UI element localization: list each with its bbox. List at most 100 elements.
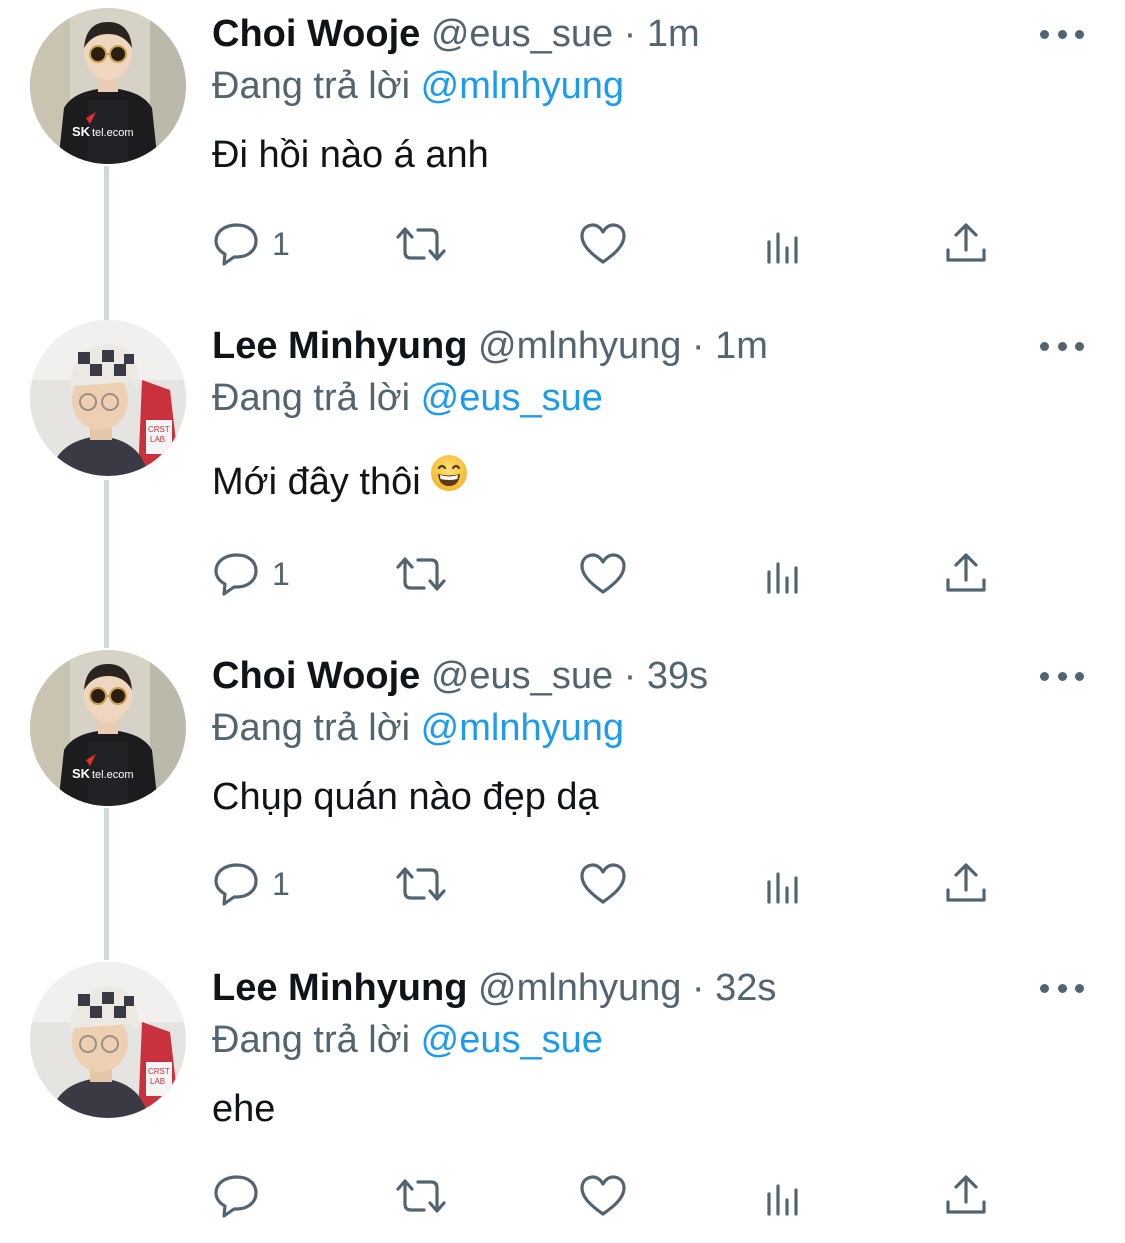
avatar[interactable]: SK tel.ecom xyxy=(30,650,186,806)
tweet-text-content: Mới đây thôi xyxy=(212,461,421,503)
avatar[interactable]: CRST LAB xyxy=(30,320,186,476)
display-name[interactable]: Choi Wooje xyxy=(212,655,420,697)
replying-to: Đang trả lời @mlnhyung xyxy=(212,58,624,114)
reply-bubble-icon xyxy=(214,863,258,906)
tweet-actions: 1 xyxy=(212,548,1012,600)
user-handle[interactable]: @eus_sue xyxy=(431,655,613,697)
retweet-button[interactable] xyxy=(392,1170,450,1222)
like-button[interactable] xyxy=(578,858,628,910)
share-icon xyxy=(946,553,986,592)
avatar-lee-minhyung-icon: CRST LAB xyxy=(30,962,186,1118)
tweet-header: Choi Wooje @eus_sue · 39s xyxy=(212,648,708,704)
tweet-text: Đi hồi nào á anh xyxy=(212,134,489,176)
retweet-icon xyxy=(396,227,446,261)
retweet-button[interactable] xyxy=(392,218,450,270)
replying-to-label: Đang trả lời xyxy=(212,707,411,749)
retweet-icon xyxy=(396,1179,446,1213)
timestamp[interactable]: 1m xyxy=(715,325,768,367)
tweet-header: Choi Wooje @eus_sue · 1m xyxy=(212,6,700,62)
replying-to-handle[interactable]: @eus_sue xyxy=(421,377,603,419)
reply-bubble-icon xyxy=(214,223,258,266)
heart-icon xyxy=(580,223,626,264)
reply-count: 1 xyxy=(272,865,290,902)
replying-to-label: Đang trả lời xyxy=(212,1019,411,1061)
display-name[interactable]: Lee Minhyung xyxy=(212,325,467,367)
display-name[interactable]: Choi Wooje xyxy=(212,13,420,55)
avatar-choi-wooje-icon: SK tel.ecom xyxy=(30,650,186,806)
replying-to-handle[interactable]: @mlnhyung xyxy=(421,65,624,107)
heart-icon xyxy=(580,553,626,594)
tweet-header: Lee Minhyung @mlnhyung · 1m xyxy=(212,318,768,374)
replying-to-handle[interactable]: @mlnhyung xyxy=(421,707,624,749)
svg-text:tel.ecom: tel.ecom xyxy=(92,769,134,781)
heart-icon xyxy=(580,1175,626,1216)
avatar[interactable]: CRST LAB xyxy=(30,962,186,1118)
separator: · xyxy=(691,967,705,1009)
more-dots-icon[interactable] xyxy=(1040,20,1084,48)
reply-bubble-icon xyxy=(214,553,258,596)
retweet-button[interactable] xyxy=(392,548,450,600)
views-button[interactable] xyxy=(762,548,806,600)
svg-text:LAB: LAB xyxy=(150,1077,165,1086)
svg-text:SK: SK xyxy=(72,124,91,139)
share-button[interactable] xyxy=(942,548,990,600)
timestamp[interactable]: 1m xyxy=(647,13,700,55)
separator: · xyxy=(623,655,637,697)
tweet-actions: 1 xyxy=(212,218,1012,270)
reply-count: 1 xyxy=(272,555,290,592)
analytics-icon xyxy=(767,872,798,904)
share-button[interactable] xyxy=(942,1170,990,1222)
more-dots-icon[interactable] xyxy=(1040,662,1084,690)
views-button[interactable] xyxy=(762,218,806,270)
display-name[interactable]: Lee Minhyung xyxy=(212,967,467,1009)
tweet-text: Chụp quán nào đẹp dạ xyxy=(212,776,599,818)
svg-text:CRST: CRST xyxy=(148,1067,170,1076)
like-button[interactable] xyxy=(578,1170,628,1222)
tweet[interactable]: SK tel.ecom Choi Wooje @eus_sue · 39s Đa… xyxy=(0,648,1125,948)
views-button[interactable] xyxy=(762,858,806,910)
replying-to: Đang trả lời @eus_sue xyxy=(212,370,603,426)
retweet-button[interactable] xyxy=(392,858,450,910)
replying-to-handle[interactable]: @eus_sue xyxy=(421,1019,603,1061)
replying-to-label: Đang trả lời xyxy=(212,65,411,107)
reply-button[interactable]: 1 xyxy=(212,218,290,270)
more-dots-icon[interactable] xyxy=(1040,332,1084,360)
user-handle[interactable]: @mlnhyung xyxy=(478,325,681,367)
retweet-icon xyxy=(396,867,446,901)
avatar-choi-wooje-icon: SK tel.ecom xyxy=(30,8,186,164)
share-icon xyxy=(946,1175,986,1214)
tweet-header: Lee Minhyung @mlnhyung · 32s xyxy=(212,960,776,1016)
timestamp[interactable]: 39s xyxy=(647,655,708,697)
reply-button[interactable] xyxy=(212,1170,272,1222)
retweet-icon xyxy=(396,557,446,591)
svg-text:SK: SK xyxy=(72,766,91,781)
reply-button[interactable]: 1 xyxy=(212,548,290,600)
tweet[interactable]: CRST LAB Lee Minhyung @mlnhyung · 32s Đa… xyxy=(0,960,1125,1243)
timestamp[interactable]: 32s xyxy=(715,967,776,1009)
avatar[interactable]: SK tel.ecom xyxy=(30,8,186,164)
views-button[interactable] xyxy=(762,1170,806,1222)
share-icon xyxy=(946,863,986,902)
tweet[interactable]: SK tel.ecom Choi Wooje @eus_sue · 1m Đan… xyxy=(0,6,1125,306)
like-button[interactable] xyxy=(578,218,628,270)
separator: · xyxy=(623,13,637,55)
tweet-actions xyxy=(212,1170,1012,1222)
reply-button[interactable]: 1 xyxy=(212,858,290,910)
reply-bubble-icon xyxy=(214,1175,258,1218)
tweet-text: ehe xyxy=(212,1088,276,1130)
replying-to: Đang trả lời @mlnhyung xyxy=(212,700,624,756)
user-handle[interactable]: @eus_sue xyxy=(431,13,613,55)
share-button[interactable] xyxy=(942,858,990,910)
user-handle[interactable]: @mlnhyung xyxy=(478,967,681,1009)
tweet-text: Mới đây thôi xyxy=(212,454,469,512)
like-button[interactable] xyxy=(578,548,628,600)
share-icon xyxy=(946,223,986,262)
heart-icon xyxy=(580,863,626,904)
more-dots-icon[interactable] xyxy=(1040,974,1084,1002)
analytics-icon xyxy=(767,562,798,594)
share-button[interactable] xyxy=(942,218,990,270)
avatar-lee-minhyung-icon: CRST LAB xyxy=(30,320,186,476)
tweet[interactable]: CRST LAB Lee Minhyung @mlnhyung · 1m Đan… xyxy=(0,318,1125,638)
tweet-actions: 1 xyxy=(212,858,1012,910)
svg-text:tel.ecom: tel.ecom xyxy=(92,127,134,139)
